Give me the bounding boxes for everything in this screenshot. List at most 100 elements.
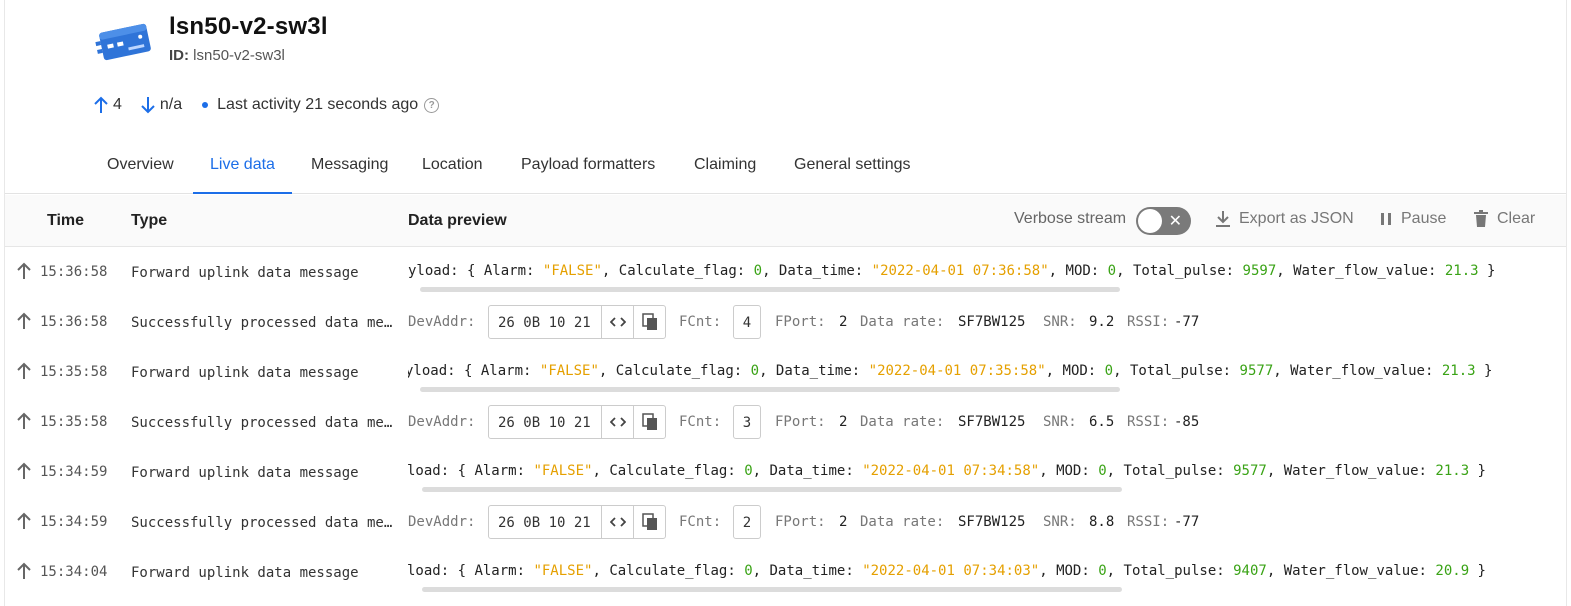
device-id-value: lsn50-v2-sw3l (193, 47, 285, 64)
data-time-value: "2022-04-01 07:34:58" (862, 463, 1040, 479)
row-type: Forward uplink data message (131, 565, 359, 581)
row-time: 15:36:58 (40, 314, 108, 330)
copy-icon (642, 313, 657, 330)
table-row[interactable]: 15:36:58 Successfully processed data mess… (5, 298, 1566, 348)
snr-value: 6.5 (1089, 414, 1115, 430)
row-type: Forward uplink data message (131, 365, 359, 381)
table-row[interactable]: 15:35:58 Successfully processed data mess… (5, 398, 1566, 448)
data-time-value: "2022-04-01 07:36:58" (871, 263, 1049, 279)
copy-button[interactable] (633, 306, 666, 338)
table-row[interactable]: 15:34:04 Forward uplink data message load:… (5, 548, 1566, 598)
fport-value: 2 (839, 414, 848, 430)
payload-preview[interactable]: yload: { Alarm: "FALSE", Calculate_flag:… (408, 263, 1558, 285)
table-header: Time Type Data preview Verbose stream ✕ … (5, 195, 1566, 247)
verbose-stream-toggle[interactable]: ✕ (1136, 207, 1191, 235)
mod-key: MOD: (1062, 363, 1105, 379)
payload-preview[interactable]: yload: { Alarm: "FALSE", Calculate_flag:… (408, 363, 1558, 385)
data-time-key: Data_time: (778, 263, 872, 279)
copy-icon (642, 413, 657, 430)
downlink-count-value: n/a (159, 96, 183, 113)
tab-claiming[interactable]: Claiming (694, 156, 756, 194)
calculate-flag-key: Calculate_flag: (609, 563, 745, 579)
mod-value: 0 (1098, 563, 1107, 579)
fport-value: 2 (839, 514, 848, 530)
uplink-count-value: 4 (113, 96, 122, 113)
table-row[interactable]: 15:35:58 Forward uplink data message yload… (5, 348, 1566, 398)
toggle-byte-order-button[interactable] (601, 406, 633, 438)
data-rate-label: Data rate: (860, 414, 945, 430)
row-time: 15:34:59 (40, 464, 108, 480)
copy-button[interactable] (633, 406, 666, 438)
help-icon[interactable]: ? (424, 97, 440, 113)
devaddr-value: 26 0B 10 21 (498, 515, 591, 531)
rssi-value: -77 (1174, 514, 1200, 530)
tab-location[interactable]: Location (422, 156, 483, 194)
calculate-flag-value: 0 (744, 563, 753, 579)
data-time-key: Data_time: (769, 563, 863, 579)
table-row[interactable]: 15:34:59 Successfully processed data mess… (5, 498, 1566, 548)
total-pulse-value: 9577 (1233, 463, 1267, 479)
device-stats: 4 n/a Last activity 21 seconds ago ? (93, 96, 440, 114)
horizontal-scrollbar[interactable] (420, 387, 1120, 392)
toggle-byte-order-button[interactable] (601, 506, 633, 538)
column-data-preview: Data preview (408, 212, 507, 229)
tab-overview[interactable]: Overview (107, 156, 174, 194)
horizontal-scrollbar[interactable] (422, 587, 1122, 592)
arrow-up-icon (17, 412, 31, 429)
devaddr-field: 26 0B 10 21 (488, 305, 666, 339)
payload-prefix: yload: (408, 263, 468, 279)
row-type: Forward uplink data message (131, 465, 359, 481)
row-time: 15:35:58 (40, 364, 108, 380)
row-type: Successfully processed data message (131, 315, 393, 331)
total-pulse-value: 9577 (1239, 363, 1274, 379)
clear-label: Clear (1497, 210, 1536, 227)
export-json-button[interactable]: Export as JSON (1215, 210, 1354, 228)
devaddr-label: DevAddr: (408, 314, 476, 330)
water-flow-value: 21.3 (1444, 263, 1479, 279)
fcnt-label: FCnt: (679, 514, 722, 530)
copy-button[interactable] (633, 506, 666, 538)
rssi-label: RSSI: (1127, 314, 1170, 330)
data-time-value: "2022-04-01 07:34:03" (862, 563, 1040, 579)
data-rate-label: Data rate: (860, 314, 945, 330)
water-flow-key: Water_flow_value: (1283, 563, 1436, 579)
total-pulse-value: 9597 (1242, 263, 1277, 279)
rssi-value: -77 (1174, 314, 1200, 330)
toggle-byte-order-button[interactable] (601, 306, 633, 338)
pause-button[interactable]: Pause (1379, 210, 1446, 228)
devaddr-value: 26 0B 10 21 (498, 315, 591, 331)
code-icon (609, 317, 626, 327)
horizontal-scrollbar[interactable] (420, 287, 1120, 292)
horizontal-scrollbar[interactable] (422, 487, 1122, 492)
table-row[interactable]: 15:36:58 Forward uplink data message yload… (5, 248, 1566, 298)
payload-prefix: yload: (408, 363, 465, 379)
tab-payload-formatters[interactable]: Payload formatters (521, 156, 655, 194)
row-time: 15:36:58 (40, 264, 108, 280)
arrow-down-icon (141, 97, 155, 114)
payload-preview[interactable]: load: { Alarm: "FALSE", Calculate_flag: … (408, 563, 1558, 585)
clear-button[interactable]: Clear (1473, 210, 1535, 228)
fport-label: FPort: (775, 414, 826, 430)
water-flow-key: Water_flow_value: (1293, 263, 1445, 279)
data-rate-value: SF7BW125 (958, 414, 1026, 430)
total-pulse-value: 9407 (1233, 563, 1267, 579)
device-id-label: ID: (169, 47, 189, 64)
table-row[interactable]: 15:34:59 Forward uplink data message load:… (5, 448, 1566, 498)
row-time: 15:34:04 (40, 564, 108, 580)
payload-preview[interactable]: load: { Alarm: "FALSE", Calculate_flag: … (408, 463, 1558, 485)
snr-label: SNR: (1043, 514, 1077, 530)
arrow-up-icon (17, 512, 31, 529)
total-pulse-key: Total_pulse: (1129, 363, 1240, 379)
code-icon (609, 417, 626, 427)
export-json-label: Export as JSON (1239, 210, 1354, 227)
verbose-stream-label: Verbose stream (1014, 210, 1127, 227)
row-time: 15:35:58 (40, 414, 108, 430)
arrow-up-icon (17, 562, 31, 579)
row-type: Forward uplink data message (131, 265, 359, 281)
tab-messaging[interactable]: Messaging (311, 156, 388, 194)
mod-key: MOD: (1056, 563, 1099, 579)
fport-value: 2 (839, 314, 848, 330)
tab-general-settings[interactable]: General settings (794, 156, 911, 194)
devaddr-field: 26 0B 10 21 (488, 405, 666, 439)
tab-live-data[interactable]: Live data (193, 156, 292, 194)
